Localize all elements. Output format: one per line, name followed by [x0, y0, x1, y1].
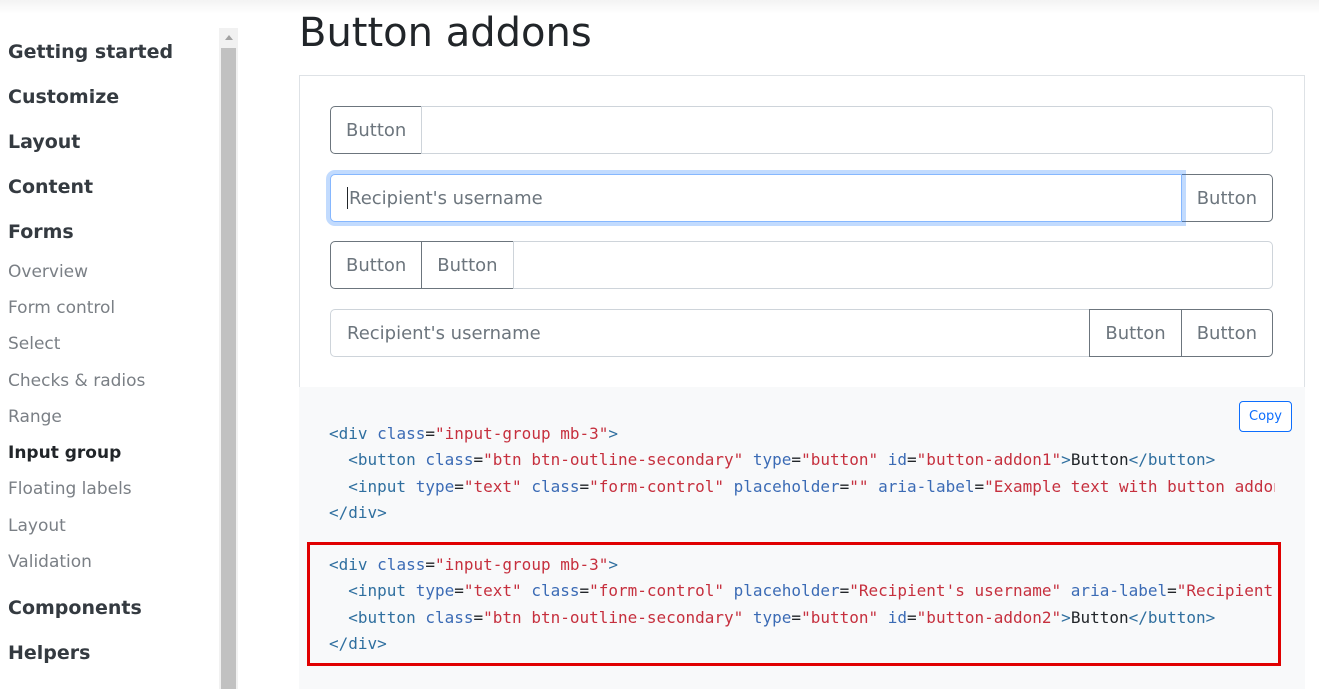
sidebar-scrollbar[interactable]: [219, 28, 238, 689]
recipient-input[interactable]: Recipient's username: [330, 309, 1091, 357]
scroll-up-arrow-icon[interactable]: [219, 28, 238, 46]
recipient-placeholder: Recipient's username: [347, 322, 541, 344]
input-group-button-right: Recipient's username Button: [330, 174, 1273, 222]
text-caret: [347, 187, 348, 209]
recipient-placeholder: Recipient's username: [349, 187, 543, 209]
input-group-two-buttons-left: Button Button: [330, 241, 1273, 289]
sidebar-section-customize[interactable]: Customize: [8, 86, 119, 108]
sidebar-item-input-group[interactable]: Input group: [8, 443, 121, 463]
sidebar-item-select[interactable]: Select: [8, 334, 60, 354]
page-title: Button addons: [299, 10, 592, 56]
sidebar-item-validation[interactable]: Validation: [8, 552, 92, 572]
scroll-thumb[interactable]: [221, 48, 236, 689]
addon-button[interactable]: Button: [330, 241, 423, 289]
code-block-2: <div class="input-group mb-3"> <input ty…: [329, 555, 1275, 653]
sidebar-item-floating-labels[interactable]: Floating labels: [8, 479, 132, 499]
addon-button[interactable]: Button: [1089, 309, 1182, 357]
addon-button[interactable]: Button: [421, 241, 514, 289]
addon-button[interactable]: Button: [1180, 174, 1273, 222]
recipient-input[interactable]: Recipient's username: [330, 174, 1182, 222]
addon-button[interactable]: Button: [1180, 309, 1273, 357]
sidebar-item-range[interactable]: Range: [8, 407, 62, 427]
sidebar-item-overview[interactable]: Overview: [8, 262, 88, 282]
input-group-two-buttons-right: Recipient's username Button Button: [330, 309, 1273, 357]
sidebar-section-forms[interactable]: Forms: [8, 221, 74, 243]
input-group-button-left: Button: [330, 106, 1273, 154]
text-input[interactable]: [421, 106, 1273, 154]
sidebar-section-components[interactable]: Components: [8, 597, 142, 619]
sidebar-section-helpers[interactable]: Helpers: [8, 642, 90, 664]
sidebar-section-content[interactable]: Content: [8, 176, 93, 198]
docs-sidebar: Getting started Customize Layout Content…: [0, 0, 218, 689]
sidebar-item-form-control[interactable]: Form control: [8, 298, 115, 318]
sidebar-item-layout[interactable]: Layout: [8, 516, 66, 536]
sidebar-item-checks-radios[interactable]: Checks & radios: [8, 371, 145, 391]
sidebar-section-layout[interactable]: Layout: [8, 131, 80, 153]
code-block-1: <div class="input-group mb-3"> <button c…: [329, 424, 1275, 522]
text-input[interactable]: [512, 241, 1273, 289]
example-preview: Button Recipient's username Button Butto…: [299, 75, 1305, 387]
addon-button[interactable]: Button: [330, 106, 423, 154]
code-snippet: Copy <div class="input-group mb-3"> <but…: [299, 387, 1305, 689]
sidebar-section-getting-started[interactable]: Getting started: [8, 41, 173, 63]
